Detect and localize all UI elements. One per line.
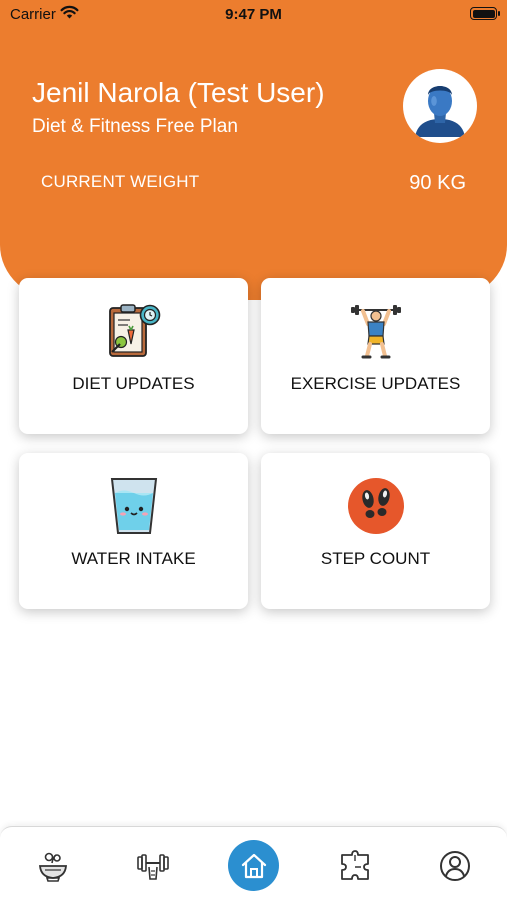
tab-exercise[interactable] xyxy=(128,841,178,891)
status-bar: Carrier 9:47 PM xyxy=(0,0,507,28)
tab-diet[interactable] xyxy=(28,841,78,891)
current-weight-label: CURRENT WEIGHT xyxy=(41,172,200,191)
water-glass-icon xyxy=(110,478,157,534)
tab-home[interactable] xyxy=(228,840,279,891)
user-avatar[interactable] xyxy=(403,69,477,143)
food-bowl-icon xyxy=(39,852,67,882)
diet-clipboard-icon xyxy=(108,304,160,357)
puzzle-icon xyxy=(341,850,369,880)
diet-updates-label: DIET UPDATES xyxy=(72,374,195,393)
status-time: 9:47 PM xyxy=(225,6,282,23)
weightlifter-icon xyxy=(350,305,401,359)
water-intake-card[interactable]: WATER INTAKE xyxy=(19,453,248,609)
plan-name: Diet & Fitness Free Plan xyxy=(32,116,238,137)
dumbbell-icon xyxy=(137,854,169,880)
tab-progress[interactable] xyxy=(330,841,380,891)
bottom-tab-bar xyxy=(0,826,507,900)
water-intake-label: WATER INTAKE xyxy=(71,549,196,568)
profile-icon xyxy=(440,851,470,881)
battery-icon xyxy=(470,7,500,20)
diet-updates-card[interactable]: DIET UPDATES xyxy=(19,278,248,434)
profile-header: Carrier 9:47 PM Jenil Narola (Test User)… xyxy=(0,0,507,300)
exercise-updates-card[interactable]: EXERCISE UPDATES xyxy=(261,278,490,434)
home-icon xyxy=(241,853,266,878)
user-name: Jenil Narola (Test User) xyxy=(32,77,325,108)
step-count-label: STEP COUNT xyxy=(320,549,431,568)
tab-profile[interactable] xyxy=(430,841,480,891)
step-count-card[interactable]: STEP COUNT xyxy=(261,453,490,609)
exercise-updates-label: EXERCISE UPDATES xyxy=(290,374,461,393)
current-weight-value: 90 KG xyxy=(409,172,466,194)
footsteps-icon xyxy=(347,478,404,534)
user-avatar-icon xyxy=(407,73,473,139)
